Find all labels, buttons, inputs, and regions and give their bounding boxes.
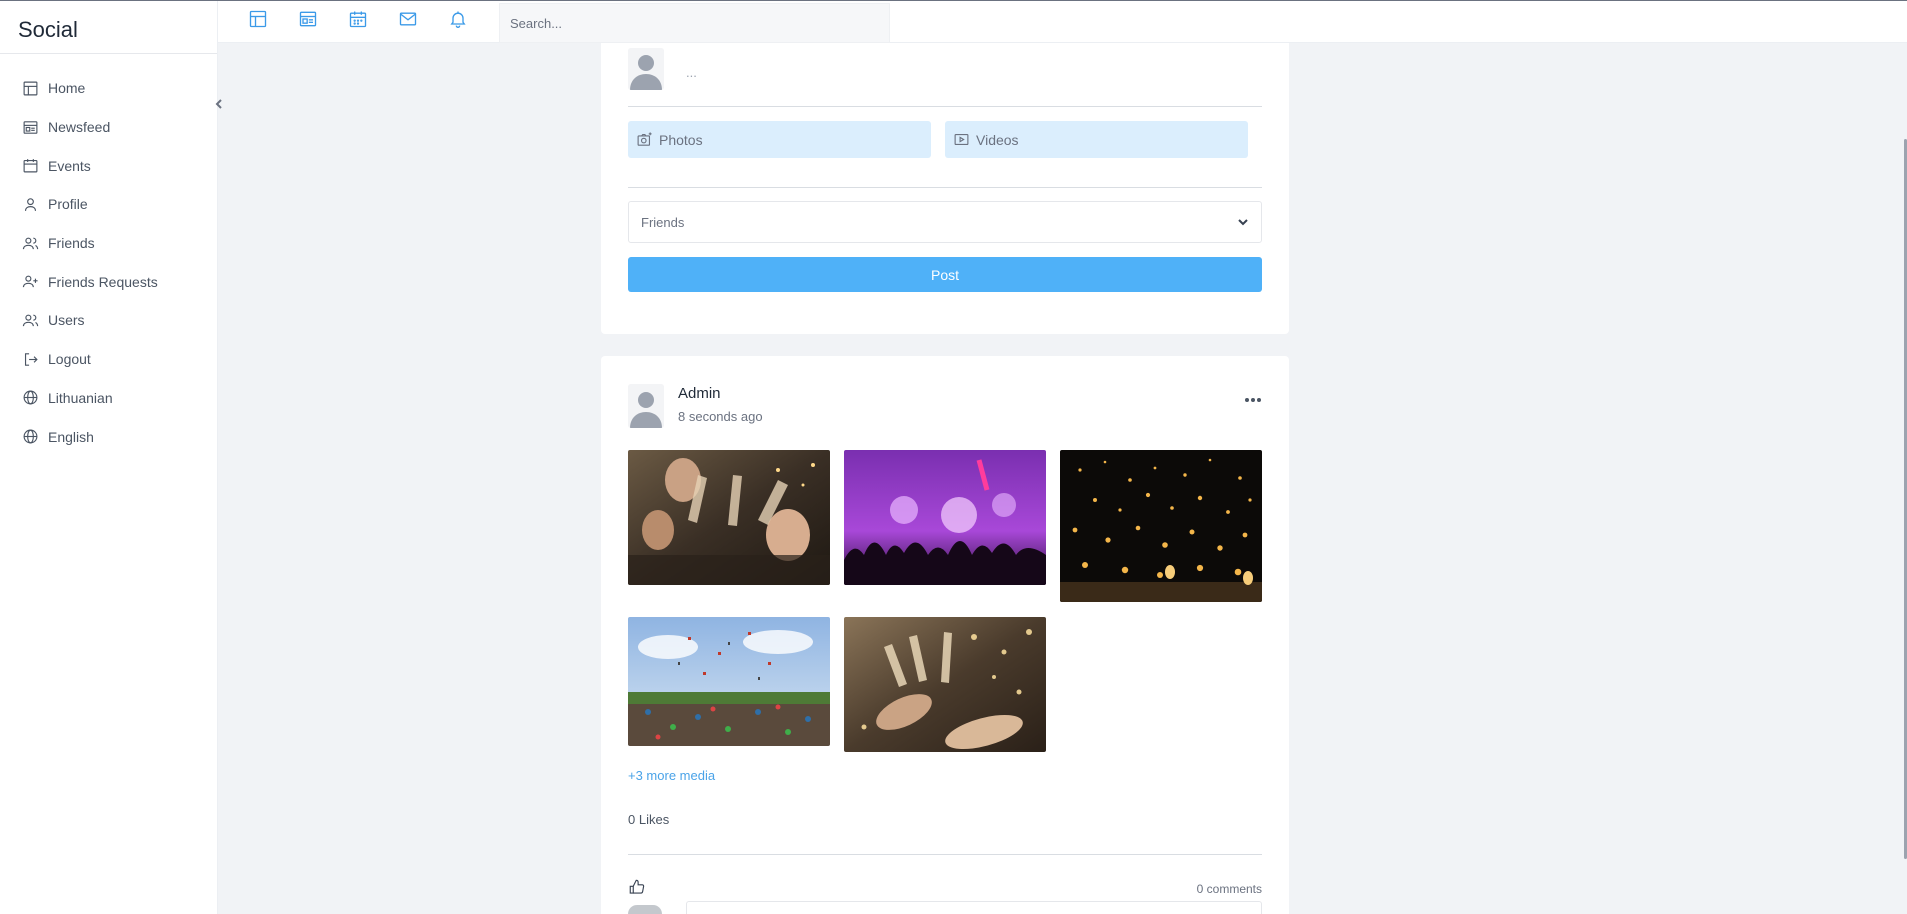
sidebar-item-english[interactable]: English xyxy=(0,417,217,456)
sidebar-item-label: Profile xyxy=(48,196,88,213)
user-plus-icon xyxy=(22,275,38,288)
sidebar-item-friends-requests[interactable]: Friends Requests xyxy=(0,262,217,301)
add-photos-button[interactable]: Photos xyxy=(628,121,931,158)
sidebar-item-label: Users xyxy=(48,312,85,329)
more-horizontal-icon xyxy=(1245,398,1261,402)
sidebar-item-label: Newsfeed xyxy=(48,119,111,136)
sidebar-item-home[interactable]: Home xyxy=(0,69,217,108)
newsfeed-icon xyxy=(23,120,38,134)
comments-count[interactable]: 0 comments xyxy=(1197,882,1262,896)
brand-title: Social xyxy=(0,1,217,54)
more-media-link[interactable]: +3 more media xyxy=(628,768,715,783)
glasses-toast-photo xyxy=(844,617,1046,752)
post-photo[interactable] xyxy=(628,450,830,585)
globe-icon xyxy=(23,390,38,405)
sidebar-item-label: Friends Requests xyxy=(48,273,158,290)
sidebar-item-lithuanian[interactable]: Lithuanian xyxy=(0,379,217,418)
bell-icon xyxy=(450,11,466,28)
calendar-icon xyxy=(23,159,38,173)
camera-plus-icon xyxy=(637,132,652,146)
video-icon xyxy=(954,133,969,146)
post-photo[interactable] xyxy=(844,450,1046,585)
post-composer: ... Photos Videos Friends Post xyxy=(601,43,1289,334)
logout-icon xyxy=(24,352,38,366)
search-box xyxy=(499,3,890,43)
add-videos-button[interactable]: Videos xyxy=(945,121,1248,158)
audience-select[interactable]: Friends xyxy=(628,201,1262,243)
avatar xyxy=(628,48,664,90)
post-photo[interactable] xyxy=(844,617,1046,752)
sidebar-item-label: English xyxy=(48,428,94,445)
topbar-events-button[interactable] xyxy=(348,9,368,29)
post-timestamp: 8 seconds ago xyxy=(678,409,763,424)
layout-icon xyxy=(23,81,38,96)
user-icon xyxy=(24,198,37,211)
globe-icon xyxy=(23,429,38,444)
chevron-down-icon xyxy=(1238,219,1248,226)
avatar[interactable] xyxy=(628,384,664,428)
sidebar-item-label: Friends xyxy=(48,235,95,252)
sidebar-nav: Home Newsfeed Events Profile Friends Fri… xyxy=(0,54,217,456)
sidebar-item-label: Home xyxy=(48,80,86,97)
chevron-left-icon xyxy=(215,99,222,109)
sidebar-item-friends[interactable]: Friends xyxy=(0,224,217,263)
topbar-newsfeed-button[interactable] xyxy=(298,9,318,29)
thumbs-up-icon xyxy=(629,879,645,894)
composer-text-input[interactable]: ... xyxy=(686,65,697,80)
sidebar-item-label: Events xyxy=(48,157,91,174)
users-icon xyxy=(22,314,39,327)
sidebar-item-logout[interactable]: Logout xyxy=(0,340,217,379)
users-icon xyxy=(22,237,39,249)
sidebar-collapse-button[interactable] xyxy=(209,94,229,114)
post-photo[interactable] xyxy=(1060,450,1262,602)
fireworks-crowd-photo xyxy=(844,450,1046,585)
divider xyxy=(628,187,1262,188)
calendar-icon xyxy=(349,11,367,28)
sidebar-item-users[interactable]: Users xyxy=(0,301,217,340)
topbar-messages-button[interactable] xyxy=(398,9,418,29)
search-input[interactable] xyxy=(510,15,889,31)
avatar-placeholder-icon xyxy=(628,48,664,90)
like-button[interactable] xyxy=(628,878,646,896)
post-card: Admin 8 seconds ago +3 more media 0 Like… xyxy=(601,356,1289,914)
topbar-home-button[interactable] xyxy=(248,9,268,29)
avatar-placeholder-icon xyxy=(628,384,664,428)
topbar xyxy=(218,1,1907,43)
add-videos-label: Videos xyxy=(976,131,1019,148)
post-author[interactable]: Admin xyxy=(678,385,721,402)
commenter-avatar xyxy=(628,905,662,914)
add-photos-label: Photos xyxy=(659,131,703,148)
audience-select-value: Friends xyxy=(641,214,685,230)
layout-icon xyxy=(249,10,267,28)
sidebar-item-newsfeed[interactable]: Newsfeed xyxy=(0,108,217,147)
sidebar-item-label: Lithuanian xyxy=(48,389,113,406)
topbar-notifications-button[interactable] xyxy=(448,9,468,29)
champagne-toast-photo xyxy=(628,450,830,585)
sidebar-item-label: Logout xyxy=(48,351,91,368)
post-options-button[interactable] xyxy=(1243,392,1263,402)
sky-lanterns-photo xyxy=(1060,450,1262,602)
newsfeed-icon xyxy=(299,11,317,27)
sidebar-item-events[interactable]: Events xyxy=(0,146,217,185)
divider xyxy=(628,106,1262,107)
sidebar: Social Home Newsfeed Events Profile Frie… xyxy=(0,1,218,914)
confetti-crowd-photo xyxy=(628,617,830,746)
post-photo[interactable] xyxy=(628,617,830,746)
sidebar-item-profile[interactable]: Profile xyxy=(0,185,217,224)
likes-count: 0 Likes xyxy=(628,812,670,827)
post-button[interactable]: Post xyxy=(628,257,1262,292)
comment-input[interactable] xyxy=(686,901,1262,914)
mail-icon xyxy=(399,12,417,26)
divider xyxy=(628,854,1262,855)
